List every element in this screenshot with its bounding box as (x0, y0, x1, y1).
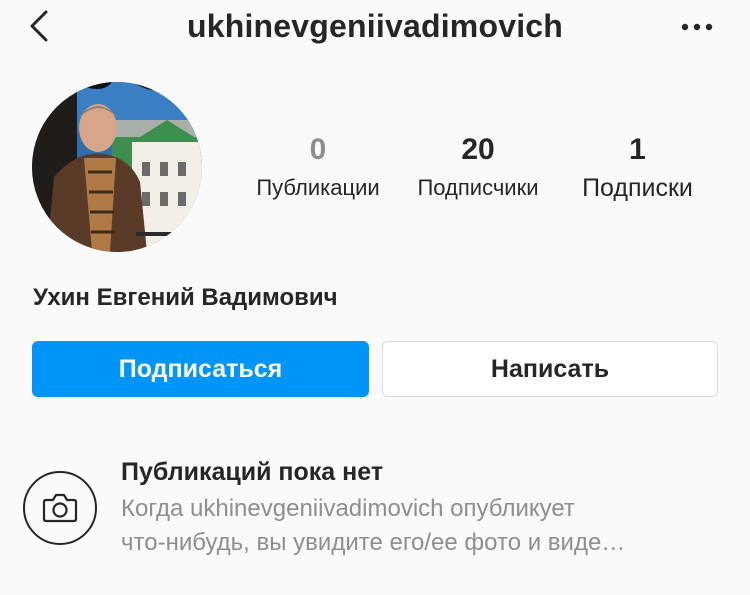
profile-photo (32, 82, 202, 252)
followers-count-label: Подписчики (417, 175, 539, 200)
following-count-value: 1 (629, 133, 646, 166)
empty-posts-camera (23, 471, 97, 545)
top-bar: ukhinevgeniivadimovich (0, 0, 750, 60)
empty-posts-description-line1: Когда ukhinevgeniivadimovich опубликует (121, 495, 575, 522)
following-count[interactable]: 1 Подписки (565, 130, 710, 206)
empty-posts-description: Когда ukhinevgeniivadimovich опубликует … (121, 492, 731, 560)
posts-count[interactable]: 0 Публикации (248, 130, 388, 206)
avatar[interactable] (32, 82, 202, 252)
camera-icon (42, 493, 78, 523)
empty-posts-title: Публикаций пока нет (121, 458, 384, 486)
profile-full-name: Ухин Евгений Вадимович (33, 284, 338, 311)
empty-posts-description-line2: что-нибудь, вы увидите его/ее фото и вид… (121, 529, 626, 556)
following-count-label: Подписки (582, 174, 693, 202)
followers-count[interactable]: 20 Подписчики (404, 130, 552, 206)
posts-count-value: 0 (309, 133, 327, 166)
profile-username: ukhinevgeniivadimovich (186, 8, 564, 44)
more-horizontal-icon (681, 23, 713, 31)
more-options-button[interactable] (680, 12, 714, 42)
posts-count-label: Публикации (256, 175, 380, 200)
followers-count-value: 20 (461, 133, 495, 166)
message-button[interactable]: Написать (382, 341, 718, 397)
follow-button[interactable]: Подписаться (32, 341, 369, 397)
